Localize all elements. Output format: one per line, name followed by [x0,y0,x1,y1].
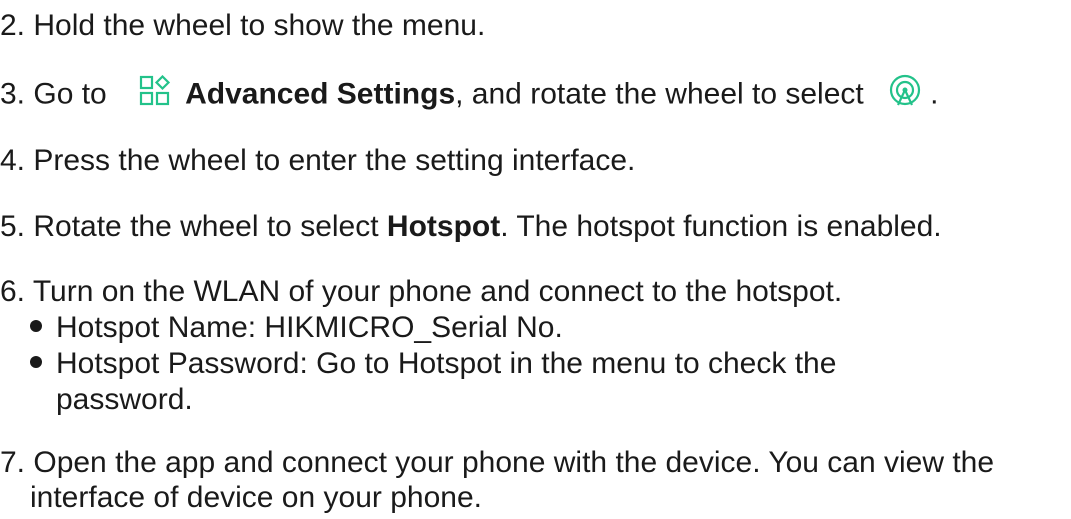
advanced-settings-label: Advanced Settings [185,77,456,111]
list-item: Hotspot Password: Go to Hotspot in the m… [30,346,836,382]
step-3-suffix: . [930,77,939,111]
step-4-text: 4. Press the wheel to enter the setting … [0,144,636,177]
step-2-text: 2. Hold the wheel to show the menu. [0,9,486,42]
step-5: 5. Rotate the wheel to select Hotspot. T… [0,209,942,245]
step-3: 3. Go to Advanced Settings, and rotate t… [0,74,938,117]
step-3-middle: , and rotate the wheel to select [455,77,864,111]
list-item: Hotspot Name: HIKMICRO_Serial No. [30,310,563,346]
hotspot-icon [888,74,922,117]
hotspot-label: Hotspot [386,210,501,243]
step-3-prefix: 3. Go to [0,77,107,111]
bullet-dot [30,356,42,369]
step-2: 2. Hold the wheel to show the menu. [0,8,485,44]
advanced-settings-grid-icon [139,74,171,116]
step-4: 4. Press the wheel to enter the setting … [0,143,635,179]
step-7-text-2: interface of device on your phone. [30,481,482,514]
hotspot-password-text-cont: password. [56,383,193,416]
hotspot-password-text: Hotspot Password: Go to Hotspot in the m… [56,347,837,380]
list-item-continuation: password. [56,382,193,418]
hotspot-name-text: Hotspot Name: HIKMICRO_Serial No. [56,311,563,344]
bullet-dot [30,320,42,333]
step-7-line-1: 7. Open the app and connect your phone w… [0,445,994,481]
step-6: 6. Turn on the WLAN of your phone and co… [0,274,842,310]
step-5-suffix: . The hotspot function is enabled. [500,210,942,243]
step-7-text-1: 7. Open the app and connect your phone w… [0,446,995,479]
step-6-text: 6. Turn on the WLAN of your phone and co… [0,275,843,308]
step-5-prefix: 5. Rotate the wheel to select [0,210,387,243]
step-7-line-2: interface of device on your phone. [30,480,482,516]
